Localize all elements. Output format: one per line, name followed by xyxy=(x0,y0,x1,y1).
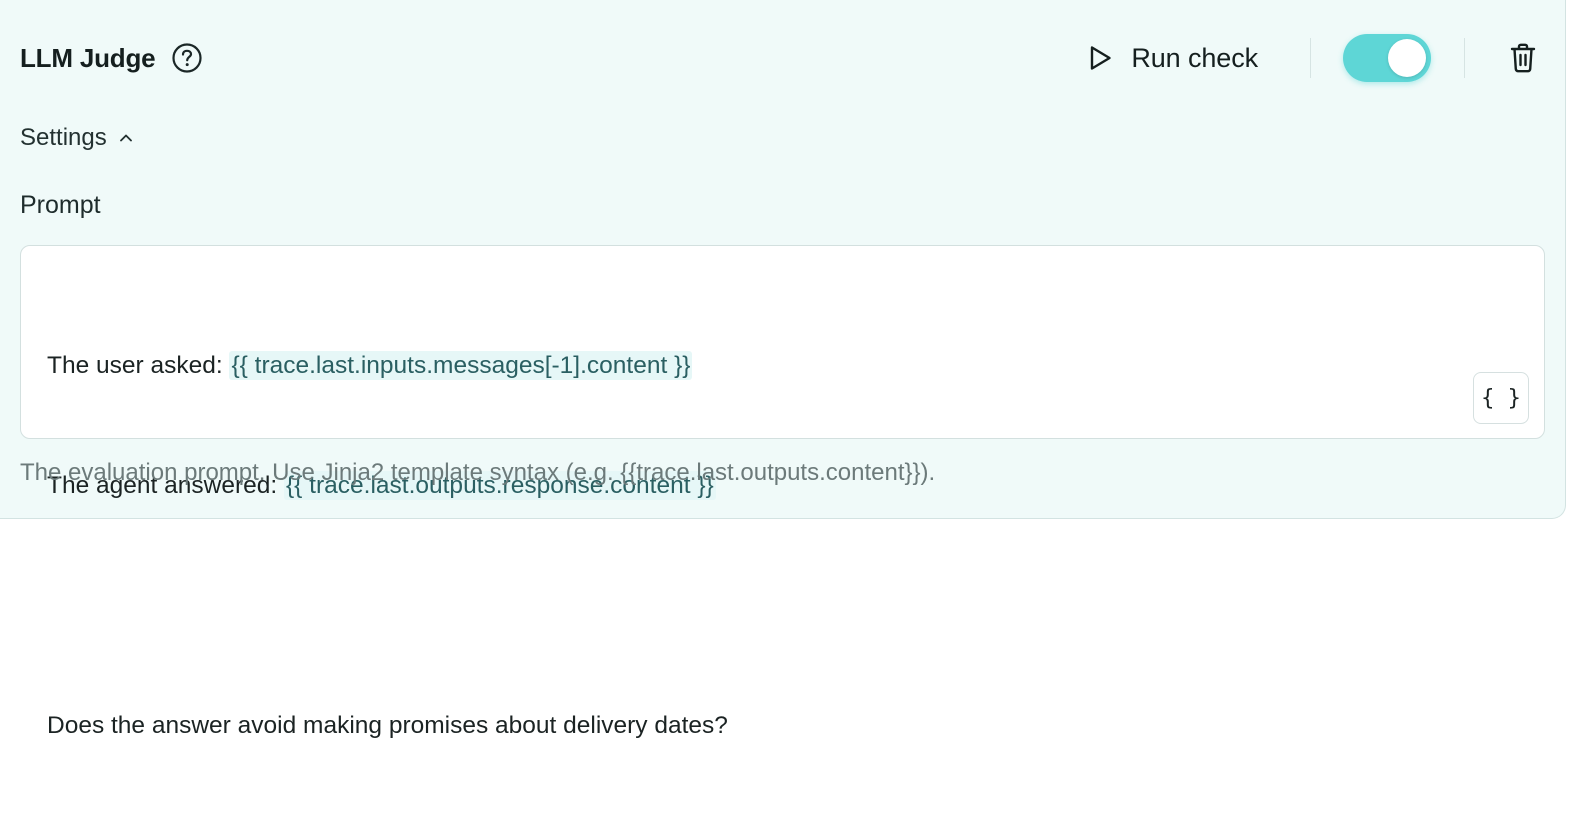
prompt-text[interactable]: The user asked: {{ trace.last.inputs.mes… xyxy=(47,266,728,826)
settings-toggle[interactable]: Settings xyxy=(20,118,135,158)
run-check-button[interactable]: Run check xyxy=(1077,34,1266,82)
prompt-line: The user asked: {{ trace.last.inputs.mes… xyxy=(47,346,728,386)
prompt-line-text: The user asked: xyxy=(47,352,230,379)
card-title: LLM Judge xyxy=(20,42,156,73)
card-header: LLM Judge Run check xyxy=(20,30,1539,86)
settings-label: Settings xyxy=(20,124,107,151)
question-circle-icon[interactable] xyxy=(171,42,203,74)
toggle-knob xyxy=(1388,39,1426,77)
run-check-label: Run check xyxy=(1131,42,1258,73)
prompt-line: Does the answer avoid making promises ab… xyxy=(47,712,728,739)
prompt-editor[interactable]: The user asked: {{ trace.last.inputs.mes… xyxy=(20,245,1545,739)
prompt-label: Prompt xyxy=(20,191,101,219)
prompt-helper-text: The evaluation prompt. Use Jinja2 templa… xyxy=(20,459,936,486)
play-icon xyxy=(1085,43,1115,73)
trash-icon[interactable] xyxy=(1507,38,1539,78)
template-variable: {{ trace.last.inputs.messages[-1].conten… xyxy=(229,351,693,380)
chevron-up-icon xyxy=(117,129,135,147)
header-divider xyxy=(1310,38,1311,78)
prompt-line-empty xyxy=(47,586,728,626)
llm-judge-card: LLM Judge Run check Settings Prompt The … xyxy=(0,0,1566,739)
header-divider xyxy=(1464,38,1465,78)
insert-variable-button[interactable]: { } xyxy=(1473,372,1529,424)
enabled-toggle[interactable] xyxy=(1343,34,1431,82)
